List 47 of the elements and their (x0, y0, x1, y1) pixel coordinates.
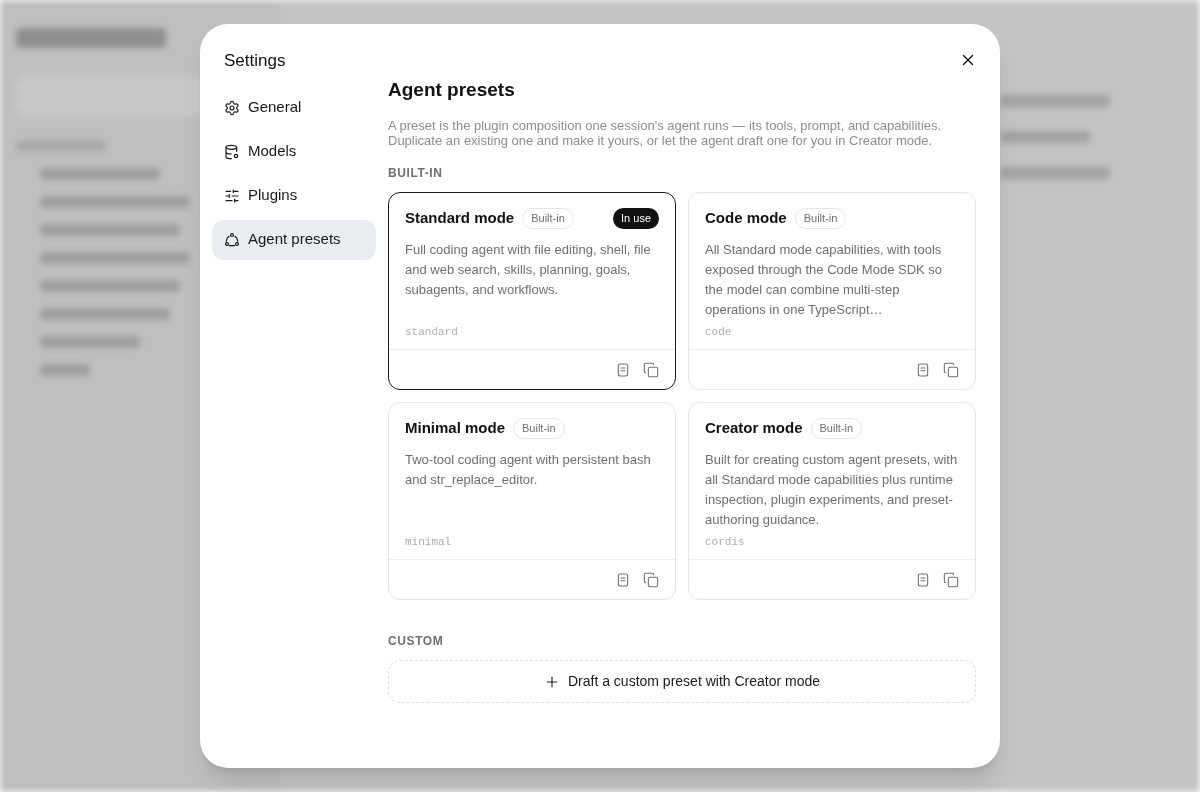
preset-card[interactable]: Creator mode Built-in Built for creating custom agent presets, with all Standard mode capabilities plus runtime inspection, plugin experiments, and preset-authoring guidance. cordis (688, 402, 976, 600)
duplicate-button[interactable] (943, 361, 959, 378)
document-icon (615, 571, 631, 588)
sliders-icon (224, 187, 240, 204)
preset-title: Creator mode (705, 418, 803, 438)
nav-item[interactable]: Models (212, 131, 376, 172)
section-label: BUILT-IN (388, 165, 444, 182)
preset-slug: cordis (705, 534, 745, 550)
nav-item[interactable]: General (212, 87, 376, 128)
preset-card[interactable]: Standard mode Built-in In use Full coding agent with file editing, shell, file and web search, skills, planning, goals, subagents, and workflows. standard (388, 192, 676, 390)
copy-icon (943, 571, 959, 588)
preset-card[interactable]: Minimal mode Built-in Two-tool coding agent with persistent bash and str_replace_editor. minimal (388, 402, 676, 600)
preset-title: Standard mode (405, 208, 515, 228)
preset-description: Two-tool coding agent with persistent bash and str_replace_editor. (405, 450, 652, 489)
preset-description: Full coding agent with file editing, shell, file and web search, skills, planning, goals, subagents, and workflows. (405, 240, 652, 299)
copy-icon (643, 571, 659, 588)
dialog-title: Settings (223, 50, 287, 72)
copy-icon (943, 361, 959, 378)
nav-item[interactable]: Plugins (212, 175, 376, 216)
gear-icon (224, 99, 240, 116)
duplicate-button[interactable] (643, 571, 659, 588)
page-description: A preset is the plugin composition one session's agent runs — its tools, prompt, and capabilities. Duplicate an existing one and make it yours, or let the agent draft one for you in Creator mode. (388, 118, 943, 148)
draft-preset-button[interactable]: Draft a custom preset with Creator mode (388, 660, 976, 703)
preset-slug: minimal (405, 534, 452, 550)
document-icon (615, 361, 631, 378)
in-use-badge: In use (613, 208, 659, 229)
preset-slug: code (705, 324, 732, 340)
copy-icon (643, 361, 659, 378)
duplicate-button[interactable] (643, 361, 659, 378)
nodes-icon (224, 231, 240, 248)
section-label: CUSTOM (388, 633, 445, 650)
preset-card[interactable]: Code mode Built-in All Standard mode capabilities, with tools exposed through the Code Mode SDK so the model can combine multi-step operations in one TypeScript… code (688, 192, 976, 390)
view-button[interactable] (615, 361, 631, 378)
database-icon (224, 143, 240, 160)
document-icon (915, 361, 931, 378)
duplicate-button[interactable] (943, 571, 959, 588)
preset-title: Minimal mode (405, 418, 505, 438)
page-heading: Agent presets (388, 78, 516, 102)
document-icon (915, 571, 931, 588)
preset-description: Built for creating custom agent presets, with all Standard mode capabilities plus runtime inspection, plugin experiments, and preset-authoring guidance. (705, 450, 959, 529)
preset-description: All Standard mode capabilities, with tools exposed through the Code Mode SDK so the model can combine multi-step operations in one TypeScript… (705, 240, 944, 319)
preset-slug: standard (405, 324, 458, 340)
preset-title: Code mode (705, 208, 787, 228)
nav-item[interactable]: Agent presets (212, 219, 376, 260)
view-button[interactable] (915, 361, 931, 378)
view-button[interactable] (615, 571, 631, 588)
view-button[interactable] (915, 571, 931, 588)
